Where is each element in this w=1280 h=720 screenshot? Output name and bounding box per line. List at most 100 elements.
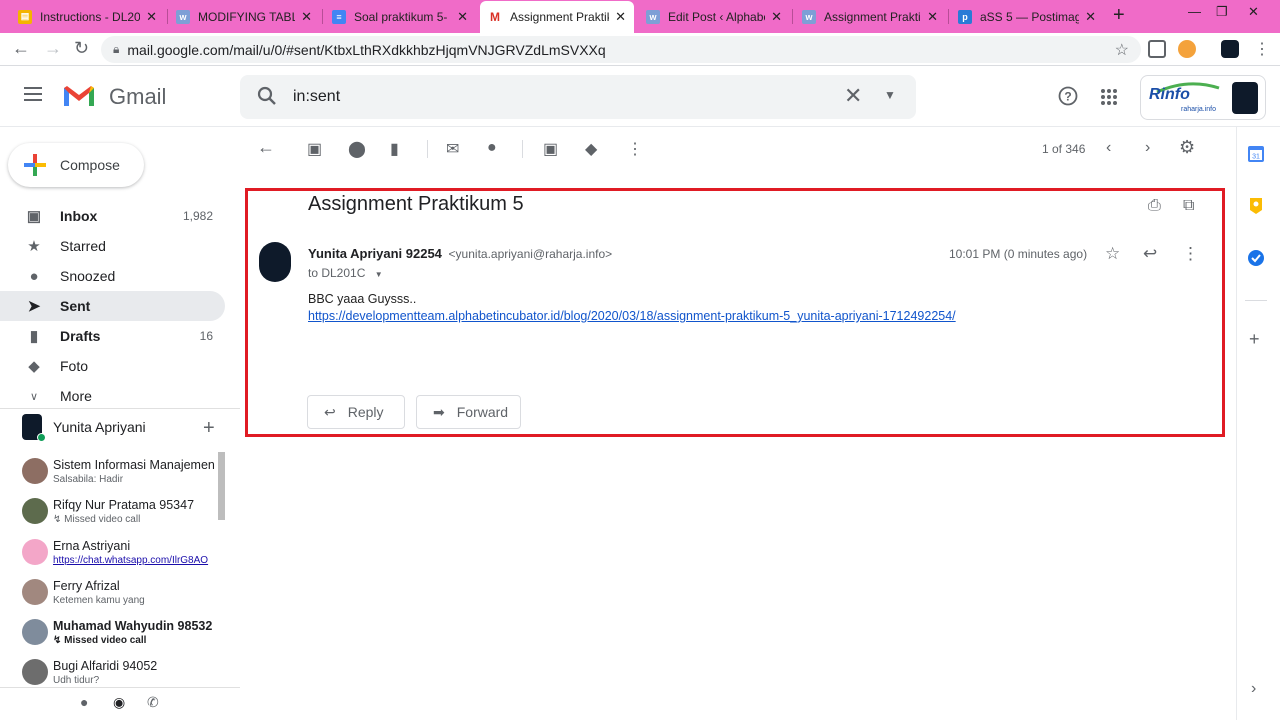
search-icon[interactable]	[256, 85, 278, 107]
forward-button[interactable]: ➡ Forward	[416, 395, 521, 429]
restore-icon[interactable]: ❐	[1216, 4, 1228, 20]
print-icon[interactable]: ⎙	[1148, 197, 1161, 215]
back-to-list-icon[interactable]: ←	[257, 137, 275, 158]
browser-tab-7[interactable]: p aSS 5 — Postimage ✕	[950, 3, 1104, 30]
wordpress-icon: w	[802, 9, 816, 24]
inbox-icon: ▣	[26, 208, 42, 225]
expand-panel-chevron-icon[interactable]: ›	[1251, 680, 1256, 698]
search-input[interactable]: in:sent	[293, 88, 340, 106]
archive-icon[interactable]: ▣	[307, 139, 322, 159]
close-tab-icon[interactable]: ✕	[771, 9, 782, 25]
report-spam-icon[interactable]: ⬤	[348, 139, 366, 159]
close-tab-icon[interactable]: ✕	[615, 9, 626, 25]
recipients-dropdown-icon[interactable]: ▼	[375, 270, 383, 279]
chrome-menu-icon[interactable]: ⋮	[1254, 39, 1270, 59]
phone-icon[interactable]: ✆	[147, 694, 159, 711]
extension-icon[interactable]	[1178, 40, 1196, 58]
sender-name[interactable]: Yunita Apriyani 92254	[308, 246, 442, 261]
address-bar-row: ← → ↻ 🔒︎ mail.google.com/mail/u/0/#sent/…	[0, 33, 1280, 66]
sidebar-item-snoozed[interactable]: ● Snoozed	[0, 261, 225, 291]
recipients-line[interactable]: to DL201C ▼	[308, 266, 383, 280]
search-bar[interactable]: in:sent ✕ ▼	[240, 75, 916, 119]
reply-button[interactable]: ↩ Reply	[307, 395, 405, 429]
compose-button[interactable]: Compose	[8, 143, 144, 187]
compose-plus-icon	[24, 154, 46, 176]
wordpress-icon: w	[646, 9, 660, 24]
move-to-icon[interactable]: ▣	[543, 139, 558, 159]
newer-chevron-icon[interactable]: ‹	[1106, 139, 1111, 157]
forward-icon[interactable]: →	[44, 38, 62, 59]
url-field[interactable]: 🔒︎ mail.google.com/mail/u/0/#sent/KtbxLt…	[101, 36, 1141, 63]
close-window-icon[interactable]: ✕	[1248, 4, 1259, 20]
open-in-new-window-icon[interactable]: ⧉	[1183, 197, 1194, 215]
more-vert-icon[interactable]: ⋮	[1182, 244, 1199, 264]
sidebar-item-foto[interactable]: ◆ Foto	[0, 351, 225, 381]
browser-tab-2[interactable]: w MODIFYING TABLE ✕	[168, 3, 320, 30]
older-chevron-icon[interactable]: ›	[1145, 139, 1150, 157]
sidebar-item-sent[interactable]: ➤ Sent	[0, 291, 225, 321]
screenshot-extension-icon[interactable]	[1148, 40, 1166, 58]
whatsapp-link[interactable]: https://chat.whatsapp.com/IlrG8AO	[53, 555, 208, 566]
sender-avatar	[259, 242, 291, 282]
contacts-scrollbar[interactable]	[218, 452, 225, 520]
draft-icon: ▮	[29, 328, 39, 345]
contact-item[interactable]: Muhamad Wahyudin 98532 ↯ Missed video ca…	[0, 613, 226, 653]
email-body-text: BBC yaaa Guysss..	[308, 292, 417, 306]
more-options-icon[interactable]: ⋮	[627, 139, 643, 159]
sidebar-item-drafts[interactable]: ▮ Drafts 16	[0, 321, 225, 351]
contacts-person-icon[interactable]: ●	[80, 694, 88, 710]
main-menu-icon[interactable]	[24, 87, 42, 101]
browser-tab-3[interactable]: ≡ Soal praktikum 5- 9 ✕	[324, 3, 476, 30]
missed-call-icon: ↯	[53, 514, 65, 525]
close-tab-icon[interactable]: ✕	[457, 9, 468, 25]
contact-item[interactable]: Rifqy Nur Pratama 95347 ↯ Missed video c…	[0, 492, 226, 532]
email-time: 10:01 PM (0 minutes ago)	[949, 247, 1088, 261]
star-icon[interactable]: ☆	[1105, 244, 1120, 264]
reply-icon[interactable]: ↩	[1143, 244, 1157, 264]
avatar	[22, 498, 48, 524]
close-tab-icon[interactable]: ✕	[146, 9, 157, 25]
search-options-icon[interactable]: ▼	[884, 88, 896, 102]
new-chat-plus-icon[interactable]: +	[203, 417, 215, 440]
sender-line: Yunita Apriyani 92254 <yunita.apriyani@r…	[308, 246, 612, 261]
contact-item[interactable]: Ferry Afrizal Ketemen kamu yang	[0, 573, 226, 613]
apps-grid-icon[interactable]	[1100, 88, 1118, 111]
help-icon[interactable]: ?	[1058, 86, 1078, 111]
add-addon-plus-icon[interactable]: +	[1249, 329, 1260, 350]
delete-icon[interactable]: ▮	[390, 139, 399, 159]
calendar-icon[interactable]: 31	[1247, 145, 1265, 163]
mark-unread-icon[interactable]: ✉	[446, 139, 459, 159]
sidebar-item-inbox[interactable]: ▣ Inbox 1,982	[0, 201, 225, 231]
missed-call-icon: ↯	[53, 635, 65, 646]
browser-tab-4-active[interactable]: M Assignment Praktik ✕	[480, 1, 634, 33]
sidebar-item-more[interactable]: ∨ More	[0, 381, 225, 411]
close-tab-icon[interactable]: ✕	[1085, 9, 1096, 25]
hangouts-user[interactable]: Yunita Apriyani	[22, 414, 146, 442]
clear-search-icon[interactable]: ✕	[844, 83, 862, 109]
browser-tab-5[interactable]: w Edit Post ‹ Alphabe ✕	[638, 3, 790, 30]
hangouts-chat-icon[interactable]: ◉	[113, 694, 125, 711]
bookmark-star-icon[interactable]: ☆	[1115, 40, 1129, 60]
reload-icon[interactable]: ↻	[74, 38, 89, 59]
minimize-icon[interactable]: —	[1188, 4, 1201, 19]
sidebar-item-starred[interactable]: ★ Starred	[0, 231, 225, 261]
tasks-icon[interactable]	[1247, 249, 1265, 267]
email-body-link[interactable]: https://developmentteam.alphabetincubato…	[308, 309, 956, 323]
snooze-icon[interactable]: ●	[487, 139, 497, 157]
browser-tab-6[interactable]: w Assignment Praktik ✕	[794, 3, 946, 30]
profile-avatar[interactable]	[1221, 40, 1239, 58]
close-tab-icon[interactable]: ✕	[301, 9, 312, 25]
contact-item[interactable]: Sistem Informasi Manajemen ( Salsabila: …	[0, 452, 226, 492]
avatar	[22, 659, 48, 685]
clock-icon: ●	[29, 267, 39, 285]
labels-icon[interactable]: ◆	[585, 139, 597, 159]
browser-tab-1[interactable]: ▤ Instructions - DL20 ✕	[10, 3, 165, 30]
keep-icon[interactable]	[1247, 197, 1265, 215]
back-icon[interactable]: ←	[12, 38, 30, 59]
new-tab-button[interactable]: +	[1113, 4, 1125, 27]
close-tab-icon[interactable]: ✕	[927, 9, 938, 25]
online-status-icon	[37, 433, 46, 442]
account-switcher[interactable]: Rinfo raharja.info	[1140, 75, 1266, 120]
contact-item[interactable]: Erna Astriyani https://chat.whatsapp.com…	[0, 533, 226, 573]
settings-gear-icon[interactable]: ⚙	[1179, 137, 1195, 158]
